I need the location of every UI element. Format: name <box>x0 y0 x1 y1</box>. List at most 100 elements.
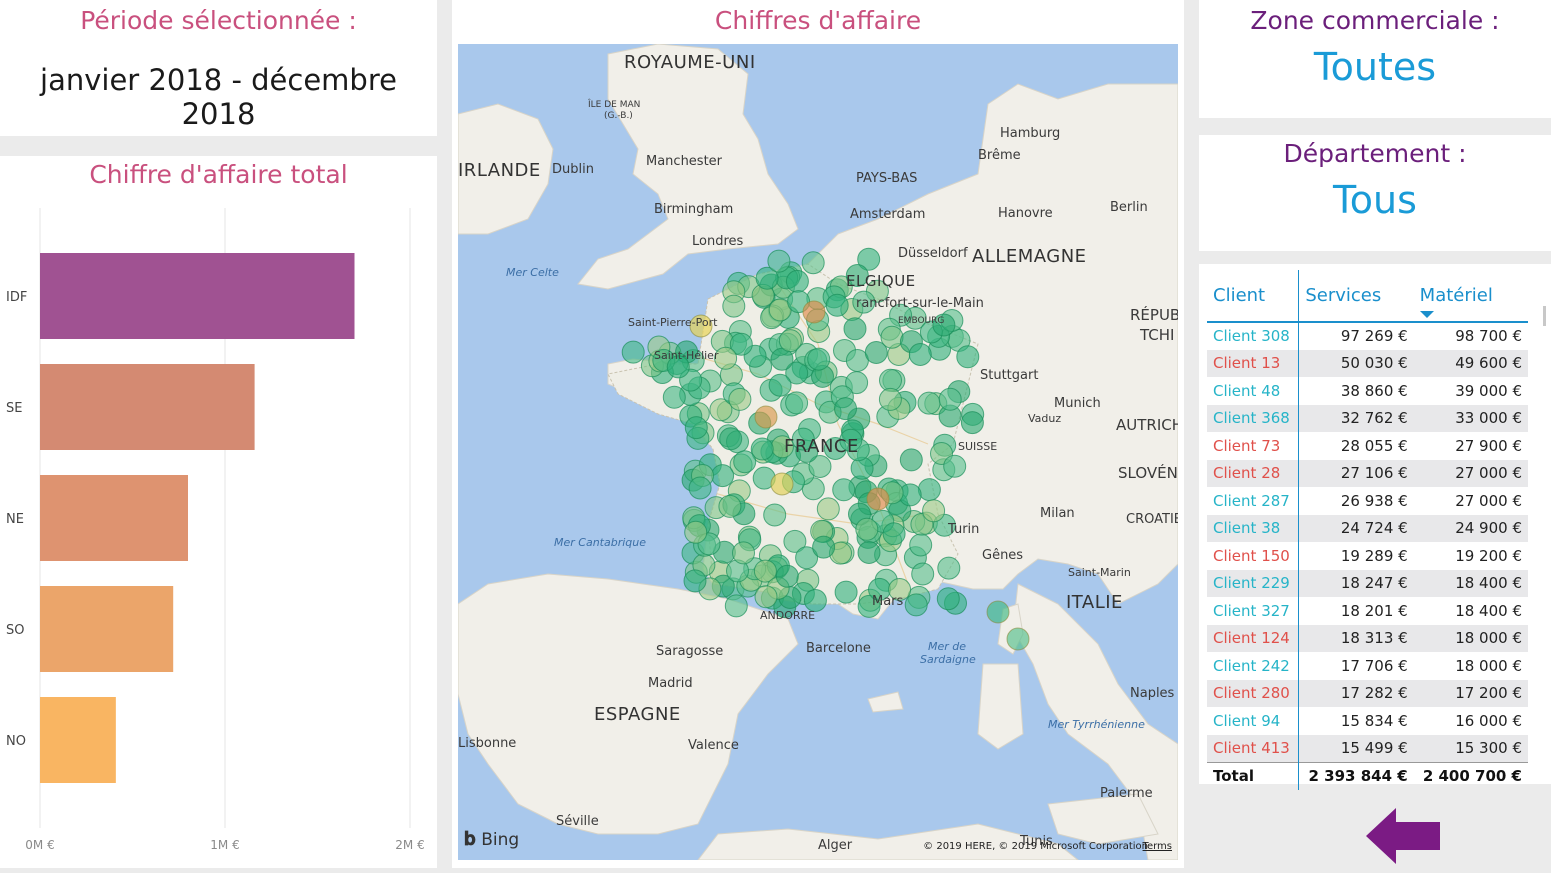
revenue-bubble[interactable] <box>880 325 904 349</box>
materiel-cell: 49 600 € <box>1413 349 1528 377</box>
materiel-cell: 16 000 € <box>1455 711 1522 730</box>
table-row[interactable]: Client 124 18 313 €18 000 € <box>1207 624 1528 652</box>
bar-so[interactable] <box>40 586 174 672</box>
revenue-bubble[interactable] <box>768 373 792 397</box>
revenue-bubble[interactable] <box>763 503 787 527</box>
revenue-bubble[interactable] <box>834 580 858 604</box>
table-row[interactable]: Client 413 15 499 €15 300 € <box>1207 734 1528 762</box>
revenue-bubble[interactable] <box>785 391 809 415</box>
revenue-bubble[interactable] <box>899 448 923 472</box>
table-row[interactable]: Client 13 50 030 €49 600 € <box>1207 349 1528 377</box>
revenue-bubble[interactable] <box>754 405 778 429</box>
map-label-switzerland: SUISSE <box>958 440 998 453</box>
map-label-iom: ÎLE DE MAN <box>588 100 641 110</box>
revenue-bubble[interactable] <box>719 427 743 451</box>
revenue-bubble[interactable] <box>855 517 879 541</box>
revenue-bubble[interactable] <box>986 600 1010 624</box>
department-value[interactable]: Tous <box>1199 178 1551 222</box>
column-header-materiel[interactable]: Matériel <box>1413 270 1528 323</box>
table-row[interactable]: Client 280 17 282 €17 200 € <box>1207 679 1528 707</box>
revenue-bubble[interactable] <box>684 520 708 544</box>
revenue-bubble[interactable] <box>778 329 802 353</box>
materiel-cell: 18 400 € <box>1455 601 1522 620</box>
revenue-bubble[interactable] <box>917 391 941 415</box>
map-label-czech-2: TCHI <box>1140 326 1175 344</box>
period-value[interactable]: janvier 2018 - décembre 2018 <box>0 63 437 131</box>
map-label-madrid: Madrid <box>648 676 693 691</box>
revenue-bubble[interactable] <box>711 464 735 488</box>
revenue-bubble[interactable] <box>922 499 946 523</box>
table-row[interactable]: Client 28 27 106 €27 000 € <box>1207 459 1528 487</box>
revenue-bubble[interactable] <box>825 293 849 317</box>
revenue-bubble[interactable] <box>857 541 881 564</box>
table-row[interactable]: Client 48 38 860 € 39 000 € <box>1207 377 1528 405</box>
table-row[interactable]: Client 368 32 762 €33 000 € <box>1207 404 1528 432</box>
table-row[interactable]: Client 73 28 055 € 27 900 € <box>1207 432 1528 460</box>
table-row[interactable]: Client 242 17 706 € 18 000 € <box>1207 652 1528 680</box>
revenue-bubble[interactable] <box>960 411 984 435</box>
revenue-bubble[interactable] <box>770 472 794 496</box>
revenue-bubble[interactable] <box>785 269 809 293</box>
revenue-bubble[interactable] <box>732 541 755 565</box>
revenue-bubble[interactable] <box>832 478 856 502</box>
table-row[interactable]: Client 94 15 834 € 16 000 € <box>1207 707 1528 735</box>
revenue-bubble[interactable] <box>688 476 712 500</box>
table-row[interactable]: Client 287 26 938 € 27 000 € <box>1207 487 1528 515</box>
revenue-bubble[interactable] <box>775 564 799 588</box>
revenue-bubble[interactable] <box>1006 627 1030 651</box>
back-arrow-icon[interactable] <box>1366 808 1440 864</box>
table-row[interactable]: Client 327 18 201 € 18 400 € <box>1207 597 1528 625</box>
revenue-bubble[interactable] <box>812 535 836 559</box>
table-row[interactable]: Client 229 18 247 €18 400 € <box>1207 569 1528 597</box>
revenue-bubble[interactable] <box>943 454 967 478</box>
revenue-bubble[interactable] <box>684 416 708 440</box>
zone-value[interactable]: Toutes <box>1199 45 1551 89</box>
revenue-bubble[interactable] <box>621 340 645 364</box>
bar-idf[interactable] <box>40 253 355 339</box>
revenue-bubble[interactable] <box>937 556 961 580</box>
revenue-bubble[interactable] <box>733 450 757 474</box>
services-cell: 18 313 € <box>1298 624 1414 652</box>
revenue-bubble[interactable] <box>807 347 831 371</box>
bar-no[interactable] <box>40 697 116 783</box>
revenue-bubble[interactable] <box>816 497 840 521</box>
revenue-bubble[interactable] <box>843 317 867 341</box>
map-label-andorra: ANDORRE <box>760 609 816 622</box>
client-cell: Client 13 <box>1207 349 1299 377</box>
bar-ne[interactable] <box>40 475 188 561</box>
revenue-bubble[interactable] <box>936 587 960 611</box>
materiel-cell: 18 400 € <box>1413 569 1528 597</box>
bing-map[interactable]: ROYAUME-UNI ÎLE DE MAN (G.-B.) IRLANDE D… <box>458 44 1178 860</box>
revenue-bubble[interactable] <box>683 569 707 593</box>
revenue-bubble[interactable] <box>802 300 826 324</box>
revenue-bubble[interactable] <box>724 594 748 618</box>
revenue-bubble[interactable] <box>718 494 742 518</box>
revenue-bubble[interactable] <box>866 487 890 511</box>
materiel-cell: 27 000 € <box>1455 491 1522 510</box>
table-row[interactable]: Client 38 24 724 €24 900 € <box>1207 514 1528 542</box>
table-row[interactable]: Client 150 19 289 € 19 200 € <box>1207 542 1528 570</box>
revenue-bubble[interactable] <box>834 397 857 421</box>
revenue-bubble[interactable] <box>882 522 906 546</box>
revenue-bubble[interactable] <box>754 585 778 609</box>
table-scrollbar[interactable] <box>1543 306 1546 326</box>
column-header-client[interactable]: Client <box>1207 270 1299 323</box>
bar-se[interactable] <box>40 364 255 450</box>
revenue-bubble[interactable] <box>767 249 791 273</box>
table-row[interactable]: Client 308 97 269 € 98 700 € <box>1207 322 1528 350</box>
revenue-bubble[interactable] <box>956 345 980 369</box>
column-header-services[interactable]: Services <box>1298 270 1414 323</box>
revenue-bubble[interactable] <box>911 562 935 586</box>
revenue-bubble[interactable] <box>728 387 752 411</box>
revenue-bubble[interactable] <box>904 593 928 617</box>
revenue-bubble[interactable] <box>801 251 825 275</box>
revenue-bubble[interactable] <box>878 387 902 411</box>
revenue-bubble[interactable] <box>909 533 933 557</box>
map-terms-link[interactable]: Terms <box>1143 841 1172 852</box>
revenue-bubble[interactable] <box>938 387 962 411</box>
revenue-bubble[interactable] <box>662 385 686 409</box>
map-label-birmingham: Birmingham <box>654 202 734 217</box>
revenue-bubble[interactable] <box>722 294 746 318</box>
revenue-bubble[interactable] <box>908 343 932 366</box>
revenue-bubble[interactable] <box>917 478 941 502</box>
